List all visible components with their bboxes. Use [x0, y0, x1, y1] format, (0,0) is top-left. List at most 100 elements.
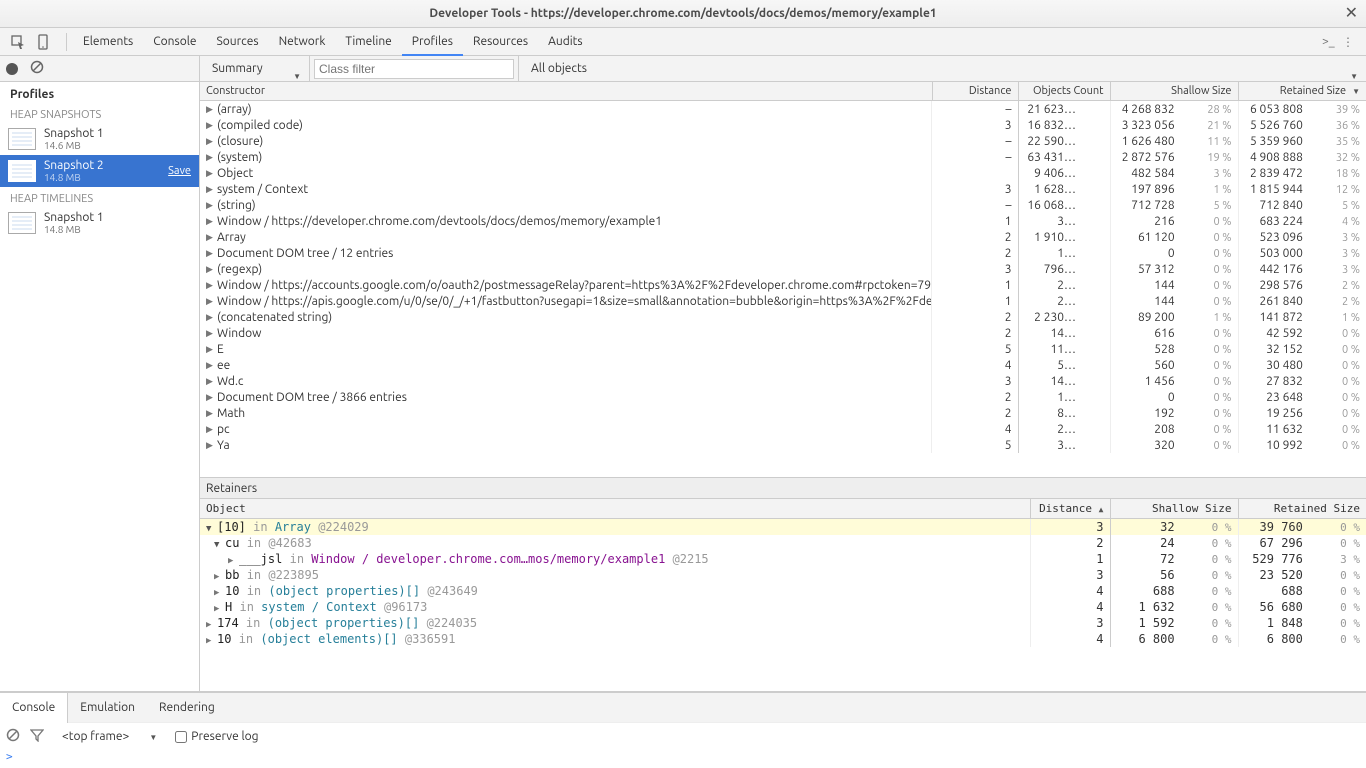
disclosure-icon[interactable]: ▶ [206, 312, 216, 323]
tab-profiles[interactable]: Profiles [402, 28, 463, 56]
disclosure-icon[interactable]: ▶ [206, 200, 216, 211]
tab-audits[interactable]: Audits [538, 28, 593, 56]
disclosure-icon[interactable]: ▶ [206, 620, 216, 630]
disclosure-icon[interactable]: ▶ [206, 232, 216, 243]
col-distance[interactable]: Distance [932, 82, 1018, 101]
snapshot-item[interactable]: Snapshot 1 14.6 MB [0, 123, 199, 155]
tab-resources[interactable]: Resources [463, 28, 538, 56]
table-row[interactable]: ▶Document DOM tree / 3866 entries 2 10 %… [200, 389, 1366, 405]
disclosure-icon[interactable]: ▶ [206, 216, 216, 227]
table-row[interactable]: ▶(string) – 16 06810 % 712 7285 % 712 84… [200, 197, 1366, 213]
table-row[interactable]: ▶Window 2 140 % 6160 % 42 5920 % [200, 325, 1366, 341]
disclosure-icon[interactable]: ▶ [206, 264, 216, 275]
retainer-row[interactable]: ▼cu in @42683 2 240 % 67 2960 % [200, 535, 1366, 551]
disclosure-icon[interactable]: ▶ [206, 184, 216, 195]
class-filter-input[interactable] [314, 59, 514, 79]
console-clear-icon[interactable] [6, 728, 20, 745]
ret-col-object[interactable]: Object [200, 499, 1030, 519]
console-prompt[interactable]: > [0, 750, 1366, 768]
table-row[interactable]: ▶Window / https://accounts.google.com/o/… [200, 277, 1366, 293]
table-row[interactable]: ▶ee 4 50 % 5600 % 30 4800 % [200, 357, 1366, 373]
table-row[interactable]: ▶(array) – 21 62313 % 4 268 83228 % 6 05… [200, 101, 1366, 118]
disclosure-icon[interactable]: ▶ [206, 408, 216, 419]
tab-sources[interactable]: Sources [206, 28, 268, 56]
retainer-row[interactable]: ▼[10] in Array @224029 3 320 % 39 7600 % [200, 519, 1366, 536]
disclosure-icon[interactable]: ▶ [206, 152, 216, 163]
retainer-row[interactable]: ▶H in system / Context @96173 4 1 6320 %… [200, 599, 1366, 615]
disclosure-icon[interactable]: ▶ [206, 104, 216, 115]
table-row[interactable]: ▶(closure) – 22 59013 % 1 626 48011 % 5 … [200, 133, 1366, 149]
col-retained-size[interactable]: Retained Size [1238, 82, 1366, 101]
disclosure-icon[interactable]: ▶ [214, 588, 224, 598]
col-shallow-size[interactable]: Shallow Size [1110, 82, 1238, 101]
table-row[interactable]: ▶Window / https://apis.google.com/u/0/se… [200, 293, 1366, 309]
device-icon[interactable] [34, 32, 54, 52]
constructor-table[interactable]: Constructor Distance Objects Count Shall… [200, 82, 1366, 477]
disclosure-icon[interactable]: ▶ [206, 376, 216, 387]
table-row[interactable]: ▶(concatenated string) 2 2 2300 % 89 200… [200, 309, 1366, 325]
disclosure-icon[interactable]: ▶ [206, 636, 216, 646]
view-select[interactable]: Summary [200, 56, 310, 82]
drawer-tab-console[interactable]: Console [0, 693, 68, 723]
snapshot-item[interactable]: Snapshot 2 14.8 MB Save [0, 155, 199, 187]
disclosure-icon[interactable]: ▶ [206, 328, 216, 339]
inspect-icon[interactable] [8, 32, 28, 52]
disclosure-icon[interactable]: ▶ [206, 280, 216, 291]
close-icon[interactable]: ✕ [1345, 3, 1358, 22]
disclosure-icon[interactable]: ▶ [214, 572, 224, 582]
disclosure-icon[interactable]: ▶ [214, 604, 224, 614]
disclosure-icon[interactable]: ▶ [206, 424, 216, 435]
disclosure-icon[interactable]: ▶ [206, 344, 216, 355]
retainers-table[interactable]: Object Distance ▲ Shallow Size Retained … [200, 499, 1366, 691]
retainer-row[interactable]: ▶174 in (object properties)[] @224035 3 … [200, 615, 1366, 631]
ret-col-distance[interactable]: Distance ▲ [1030, 499, 1110, 519]
retainer-row[interactable]: ▶10 in (object elements)[] @336591 4 6 8… [200, 631, 1366, 647]
retainer-row[interactable]: ▶___jsl in Window / developer.chrome.com… [200, 551, 1366, 567]
table-row[interactable]: ▶Math 2 80 % 1920 % 19 2560 % [200, 405, 1366, 421]
ret-col-retained[interactable]: Retained Size [1238, 499, 1366, 519]
snapshot-item[interactable]: Snapshot 1 14.8 MB [0, 207, 199, 239]
table-row[interactable]: ▶Object 9 4066 % 482 5843 % 2 839 47218 … [200, 165, 1366, 181]
console-filter-icon[interactable] [30, 728, 44, 745]
disclosure-icon[interactable]: ▼ [206, 524, 216, 534]
table-row[interactable]: ▶(regexp) 3 7960 % 57 3120 % 442 1763 % [200, 261, 1366, 277]
table-row[interactable]: ▶Wd.c 3 140 % 1 4560 % 27 8320 % [200, 373, 1366, 389]
drawer-toggle-icon[interactable]: >_ [1322, 35, 1338, 48]
table-row[interactable]: ▶Ya 5 30 % 3200 % 10 9920 % [200, 437, 1366, 453]
disclosure-icon[interactable]: ▶ [206, 248, 216, 259]
record-button[interactable] [6, 63, 18, 75]
tab-elements[interactable]: Elements [73, 28, 143, 56]
table-row[interactable]: ▶(compiled code) 3 16 83210 % 3 323 0562… [200, 117, 1366, 133]
disclosure-icon[interactable]: ▶ [206, 296, 216, 307]
disclosure-icon[interactable]: ▶ [206, 136, 216, 147]
drawer-tab-rendering[interactable]: Rendering [147, 693, 227, 723]
save-link[interactable]: Save [168, 165, 191, 177]
frame-select[interactable]: <top frame> [54, 728, 165, 745]
disclosure-icon[interactable]: ▶ [206, 360, 216, 371]
table-row[interactable]: ▶E 5 110 % 5280 % 32 1520 % [200, 341, 1366, 357]
col-constructor[interactable]: Constructor [200, 82, 932, 101]
disclosure-icon[interactable]: ▶ [228, 556, 238, 566]
retainer-row[interactable]: ▶10 in (object properties)[] @243649 4 6… [200, 583, 1366, 599]
table-row[interactable]: ▶(system) – 63 43138 % 2 872 57619 % 4 9… [200, 149, 1366, 165]
table-row[interactable]: ▶Window / https://developer.chrome.com/d… [200, 213, 1366, 229]
preserve-log[interactable]: Preserve log [175, 730, 258, 743]
clear-icon[interactable] [30, 60, 44, 77]
disclosure-icon[interactable]: ▼ [214, 540, 224, 550]
tab-timeline[interactable]: Timeline [335, 28, 401, 56]
col-objects-count[interactable]: Objects Count [1018, 82, 1110, 101]
preserve-log-checkbox[interactable] [175, 731, 187, 743]
table-row[interactable]: ▶Array 2 1 9101 % 61 1200 % 523 0963 % [200, 229, 1366, 245]
disclosure-icon[interactable]: ▶ [206, 120, 216, 131]
objects-select[interactable]: All objects [518, 56, 1366, 82]
settings-icon[interactable]: ⋮ [1342, 35, 1358, 49]
table-row[interactable]: ▶pc 4 20 % 2080 % 11 6320 % [200, 421, 1366, 437]
ret-col-shallow[interactable]: Shallow Size [1110, 499, 1238, 519]
drawer-tab-emulation[interactable]: Emulation [68, 693, 147, 723]
table-row[interactable]: ▶system / Context 3 1 6281 % 197 8961 % … [200, 181, 1366, 197]
table-row[interactable]: ▶Document DOM tree / 12 entries 2 10 % 0… [200, 245, 1366, 261]
tab-console[interactable]: Console [143, 28, 206, 56]
tab-network[interactable]: Network [269, 28, 336, 56]
retainer-row[interactable]: ▶bb in @223895 3 560 % 23 5200 % [200, 567, 1366, 583]
disclosure-icon[interactable]: ▶ [206, 440, 216, 451]
